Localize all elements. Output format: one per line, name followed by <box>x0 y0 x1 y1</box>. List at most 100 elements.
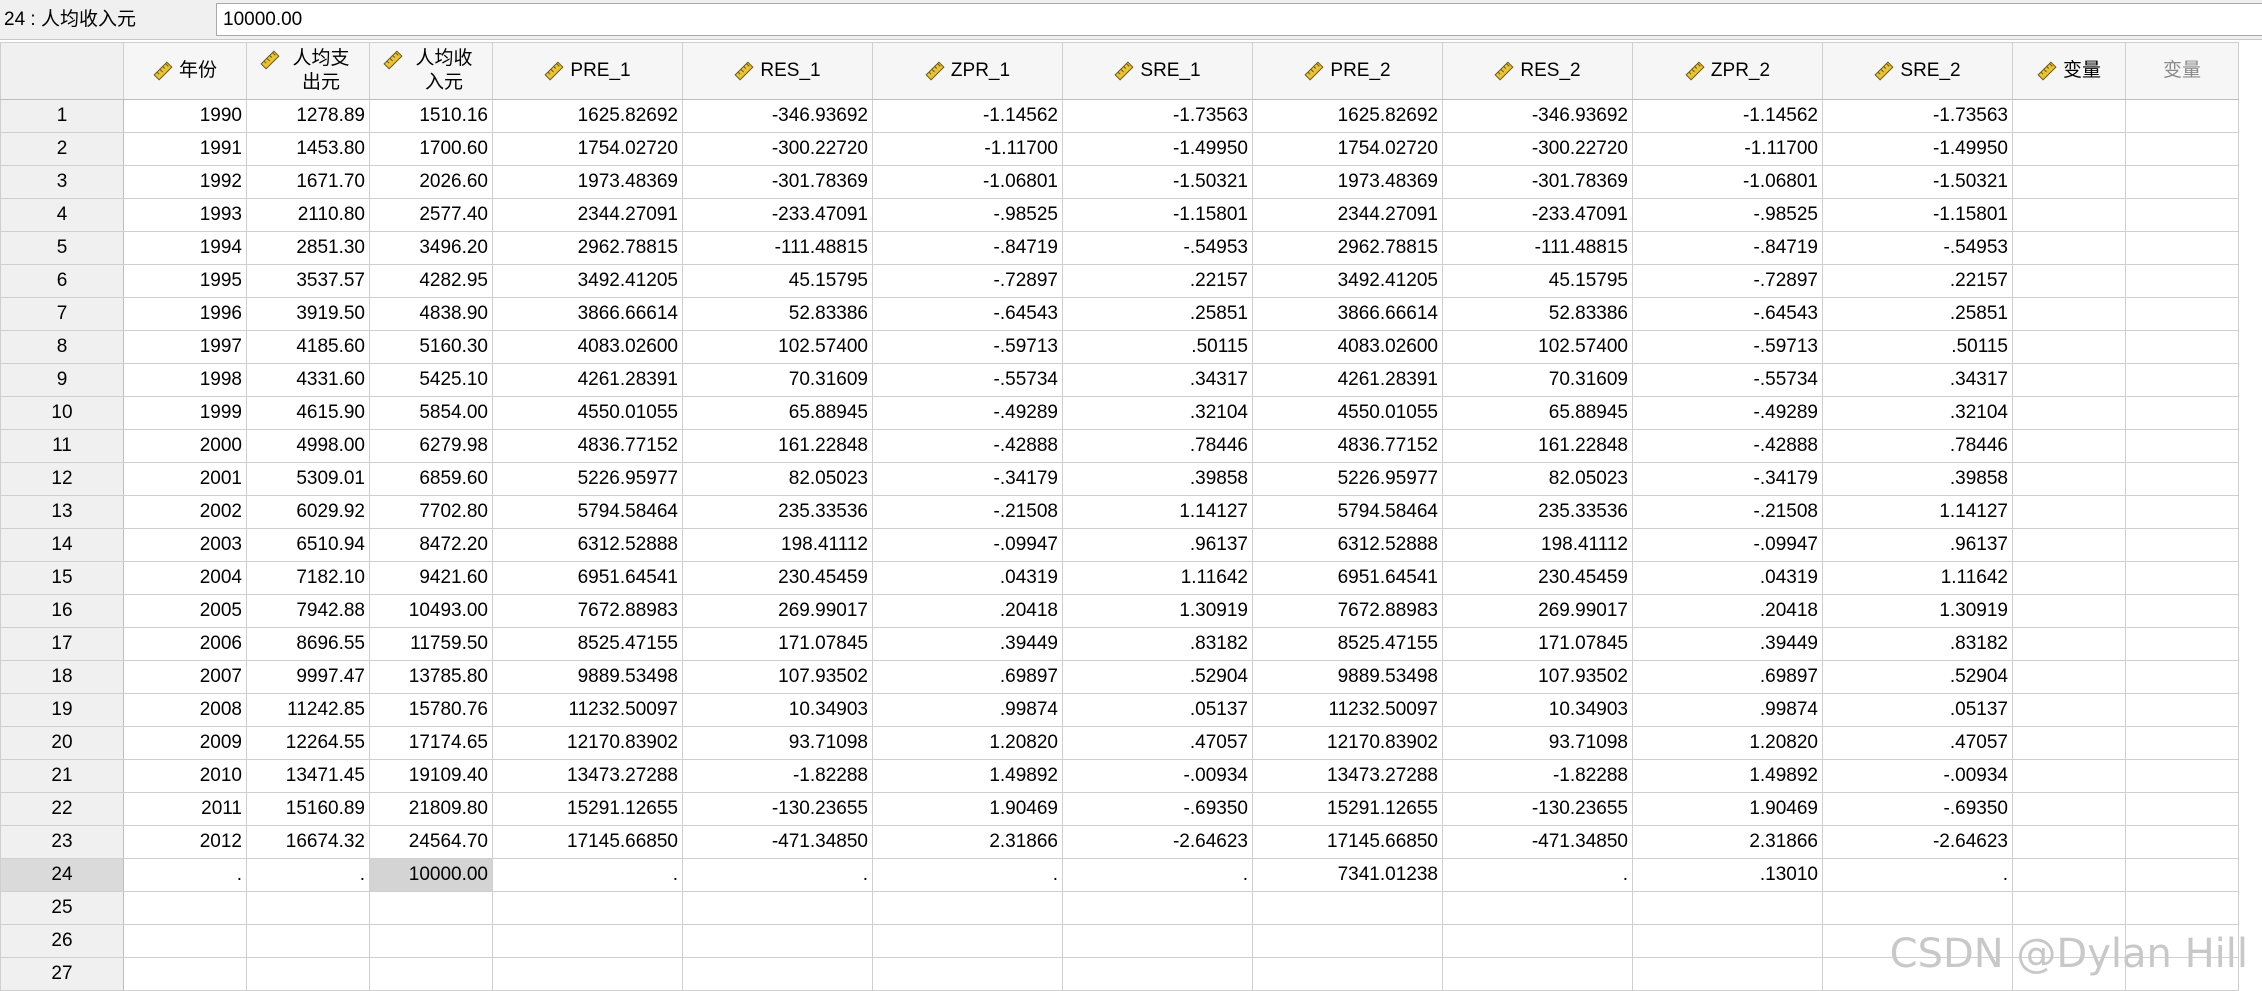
data-cell[interactable]: 6510.94 <box>246 528 370 562</box>
data-cell[interactable]: .39449 <box>872 627 1063 661</box>
data-cell[interactable]: -.00934 <box>1062 759 1253 793</box>
data-cell[interactable]: 11232.50097 <box>492 693 683 727</box>
data-cell[interactable]: -.21508 <box>872 495 1063 529</box>
data-cell[interactable]: -471.34850 <box>1442 825 1633 859</box>
data-cell[interactable]: 3866.66614 <box>492 297 683 331</box>
data-cell[interactable]: 82.05023 <box>1442 462 1633 496</box>
data-cell[interactable]: 4836.77152 <box>492 429 683 463</box>
data-cell[interactable]: -2.64623 <box>1062 825 1253 859</box>
data-cell[interactable]: 45.15795 <box>682 264 873 298</box>
data-cell[interactable]: 6029.92 <box>246 495 370 529</box>
data-cell[interactable]: .39858 <box>1822 462 2013 496</box>
data-cell[interactable]: 102.57400 <box>682 330 873 364</box>
data-cell[interactable] <box>1632 957 1823 991</box>
data-cell[interactable]: -471.34850 <box>682 825 873 859</box>
data-cell[interactable]: 3866.66614 <box>1252 297 1443 331</box>
data-cell[interactable]: 2962.78815 <box>1252 231 1443 265</box>
data-cell[interactable]: -130.23655 <box>682 792 873 826</box>
data-cell[interactable] <box>2125 858 2239 892</box>
data-cell[interactable]: -.54953 <box>1822 231 2013 265</box>
data-cell[interactable]: .78446 <box>1822 429 2013 463</box>
data-cell[interactable]: -130.23655 <box>1442 792 1633 826</box>
data-cell[interactable]: 21809.80 <box>369 792 493 826</box>
data-cell[interactable] <box>872 957 1063 991</box>
data-cell[interactable]: 1998 <box>123 363 247 397</box>
variable-header-1[interactable]: 年份 <box>123 42 247 100</box>
data-cell[interactable]: -.42888 <box>1632 429 1823 463</box>
row-number[interactable]: 8 <box>0 330 124 364</box>
variable-header-3[interactable]: 人均收入元 <box>369 42 493 100</box>
data-cell[interactable]: 65.88945 <box>1442 396 1633 430</box>
data-cell[interactable]: -.09947 <box>872 528 1063 562</box>
data-cell[interactable]: .04319 <box>872 561 1063 595</box>
data-cell[interactable]: .52904 <box>1822 660 2013 694</box>
data-cell[interactable]: 5425.10 <box>369 363 493 397</box>
data-cell[interactable]: 2007 <box>123 660 247 694</box>
data-cell[interactable]: 5160.30 <box>369 330 493 364</box>
data-cell[interactable]: .34317 <box>1822 363 2013 397</box>
data-cell[interactable]: -.98525 <box>872 198 1063 232</box>
data-cell[interactable]: 45.15795 <box>1442 264 1633 298</box>
data-cell[interactable]: 161.22848 <box>682 429 873 463</box>
data-cell[interactable]: 1992 <box>123 165 247 199</box>
data-cell[interactable]: 1625.82692 <box>1252 99 1443 133</box>
data-cell[interactable]: .39858 <box>1062 462 1253 496</box>
data-cell[interactable]: .50115 <box>1062 330 1253 364</box>
data-cell[interactable]: .96137 <box>1822 528 2013 562</box>
data-cell[interactable]: .52904 <box>1062 660 1253 694</box>
data-cell[interactable] <box>1062 924 1253 958</box>
data-cell[interactable]: 4331.60 <box>246 363 370 397</box>
data-cell[interactable]: 10.34903 <box>1442 693 1633 727</box>
variable-header-7[interactable]: SRE_1 <box>1062 42 1253 100</box>
data-cell[interactable] <box>246 924 370 958</box>
data-cell[interactable]: -1.73563 <box>1822 99 2013 133</box>
data-cell[interactable] <box>2125 561 2239 595</box>
data-cell[interactable] <box>2012 792 2126 826</box>
data-cell[interactable] <box>1632 891 1823 925</box>
data-cell[interactable]: 102.57400 <box>1442 330 1633 364</box>
data-cell[interactable]: 235.33536 <box>1442 495 1633 529</box>
data-cell[interactable]: .83182 <box>1062 627 1253 661</box>
data-cell[interactable]: 6951.64541 <box>492 561 683 595</box>
data-cell[interactable] <box>2125 363 2239 397</box>
data-cell[interactable]: -.54953 <box>1062 231 1253 265</box>
data-cell[interactable]: 8525.47155 <box>1252 627 1443 661</box>
data-cell[interactable]: 8525.47155 <box>492 627 683 661</box>
data-cell[interactable] <box>2125 825 2239 859</box>
data-cell[interactable]: 2011 <box>123 792 247 826</box>
data-cell[interactable]: .22157 <box>1062 264 1253 298</box>
data-cell[interactable] <box>246 891 370 925</box>
selected-cell[interactable]: 10000.00 <box>369 858 493 892</box>
data-cell[interactable] <box>2125 198 2239 232</box>
data-cell[interactable]: .04319 <box>1632 561 1823 595</box>
data-cell[interactable]: 2009 <box>123 726 247 760</box>
data-cell[interactable]: -.59713 <box>872 330 1063 364</box>
data-cell[interactable] <box>1442 891 1633 925</box>
data-cell[interactable]: 19109.40 <box>369 759 493 793</box>
data-cell[interactable]: 4998.00 <box>246 429 370 463</box>
data-cell[interactable]: 6312.52888 <box>492 528 683 562</box>
data-cell[interactable] <box>492 891 683 925</box>
data-cell[interactable]: -.49289 <box>872 396 1063 430</box>
data-cell[interactable]: 171.07845 <box>682 627 873 661</box>
data-cell[interactable]: 5226.95977 <box>1252 462 1443 496</box>
data-cell[interactable]: .20418 <box>872 594 1063 628</box>
data-cell[interactable]: . <box>682 858 873 892</box>
data-cell[interactable] <box>2012 198 2126 232</box>
row-number[interactable]: 18 <box>0 660 124 694</box>
data-cell[interactable]: 1993 <box>123 198 247 232</box>
data-cell[interactable]: 24564.70 <box>369 825 493 859</box>
data-cell[interactable] <box>2012 462 2126 496</box>
row-number[interactable]: 23 <box>0 825 124 859</box>
data-cell[interactable]: .20418 <box>1632 594 1823 628</box>
data-cell[interactable]: -.72897 <box>1632 264 1823 298</box>
data-cell[interactable] <box>369 957 493 991</box>
data-cell[interactable]: 6312.52888 <box>1252 528 1443 562</box>
data-cell[interactable]: 12170.83902 <box>492 726 683 760</box>
data-cell[interactable]: .34317 <box>1062 363 1253 397</box>
data-cell[interactable]: .96137 <box>1062 528 1253 562</box>
data-cell[interactable]: 4550.01055 <box>492 396 683 430</box>
data-cell[interactable]: -1.14562 <box>1632 99 1823 133</box>
data-cell[interactable]: -1.49950 <box>1062 132 1253 166</box>
data-cell[interactable] <box>2012 330 2126 364</box>
